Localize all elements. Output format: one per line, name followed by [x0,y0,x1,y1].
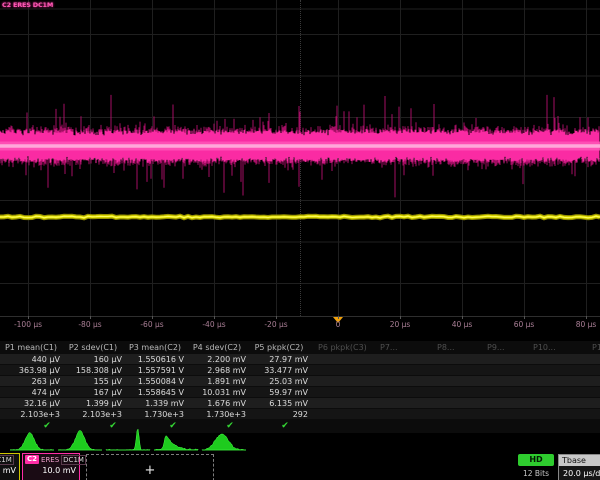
waveform-traces [0,0,600,316]
stat-cell-max-p3: 1.558645 V [126,388,184,397]
c2-coupling-label: DC1M [61,455,86,465]
stat-cell-sdev-p4: 1.676 mV [188,399,246,408]
timebase-value: 20.0 µs/div [559,466,600,478]
time-axis-tick [90,316,91,319]
stat-cell-sdev-p1: 32.16 µV [2,399,60,408]
time-axis-label: -80 µs [78,320,101,329]
param-header-p10[interactable]: P10... [533,343,556,352]
time-axis-label: 0 [336,320,341,329]
stat-cell-sdev-p5: 6.135 mV [250,399,308,408]
time-axis-tick [400,316,401,319]
param-header-p3[interactable]: P3 mean(C2) [124,343,186,352]
c1-coupling-label: DC1M [0,455,14,465]
stat-cell-max-p5: 59.97 mV [250,388,308,397]
histicon-p3[interactable] [106,429,150,450]
stat-cell-min-p5: 25.03 mV [250,377,308,386]
param-header-p2[interactable]: P2 sdev(C1) [62,343,124,352]
time-axis-tick [462,316,463,319]
time-axis-label: -60 µs [140,320,163,329]
stat-cell-sdev-p3: 1.339 mV [126,399,184,408]
stat-cell-mean-p2: 158.308 µV [64,366,122,375]
c1-scale-value: 50.0 mV [0,465,19,475]
time-axis-label: -100 µs [14,320,42,329]
time-axis-label: -20 µs [264,320,287,329]
time-axis-label: 80 µs [576,320,597,329]
stat-cell-min-p2: 155 µV [64,377,122,386]
stat-cell-mean-p3: 1.557591 V [126,366,184,375]
time-axis-tick [214,316,215,319]
time-axis-label: 20 µs [390,320,411,329]
c2-descriptor-box[interactable]: C2 ERES DC1M 10.0 mV [22,453,80,480]
plus-icon: + [145,463,156,478]
param-header-p7[interactable]: P7... [380,343,398,352]
c1-descriptor-box[interactable]: C1 DC1M 50.0 mV [0,453,20,480]
resolution-bits-label: 12 Bits [518,469,554,478]
param-header-p8[interactable]: P8... [437,343,455,352]
param-header-p1[interactable]: P1 mean(C1) [0,343,62,352]
time-axis-tick [338,316,339,319]
stat-cell-mean-p1: 363.98 µV [2,366,60,375]
param-header-p5[interactable]: P5 pkpk(C2) [248,343,310,352]
histicon-row [0,428,600,453]
param-header-p6[interactable]: P6 pkpk(C3) [318,343,367,352]
measurement-table: P1 mean(C1)P2 sdev(C1)P3 mean(C2)P4 sdev… [0,341,600,433]
stat-cell-num-p3: 1.730e+3 [126,410,184,419]
stat-cell-value-p3: 1.550616 V [126,355,184,364]
histicon-p1[interactable] [10,433,54,451]
c2-scale-value: 10.0 mV [23,465,79,475]
stat-cell-max-p2: 167 µV [64,388,122,397]
stat-cell-value-p1: 440 µV [2,355,60,364]
time-axis-tick [586,316,587,319]
stat-cell-num-p5: 292 [250,410,308,419]
histicon-p5[interactable] [202,434,246,450]
time-axis-tick [152,316,153,319]
hd-mode-badge[interactable]: HD [518,454,554,466]
time-axis-tick [276,316,277,319]
stat-cell-max-p4: 10.031 mV [188,388,246,397]
stat-cell-num-p2: 2.103e+3 [64,410,122,419]
time-axis-label: 60 µs [514,320,535,329]
stat-cell-min-p4: 1.891 mV [188,377,246,386]
stat-cell-num-p1: 2.103e+3 [2,410,60,419]
time-axis: -100 µs -80 µs -60 µs -40 µs -20 µs 0 20 µs 40 … [0,316,600,334]
param-header-p9[interactable]: P9... [487,343,505,352]
histicon-p2[interactable] [58,431,102,450]
c2-channel-chip: C2 [25,455,39,464]
c2-trace-label: C2 ERES DC1M [2,1,53,9]
timebase-panel[interactable]: Tbase 20.0 µs/div [558,454,600,480]
oscilloscope-screen: C2 ERES DC1M -100 µs -80 µs -60 µs -40 µs -2… [0,0,600,480]
stat-cell-mean-p5: 33.477 mV [250,366,308,375]
stat-cell-mean-p4: 2.968 mV [188,366,246,375]
waveform-display[interactable]: C2 ERES DC1M [0,0,600,317]
time-axis-tick [28,316,29,319]
stat-cell-num-p4: 1.730e+3 [188,410,246,419]
stat-cell-min-p1: 263 µV [2,377,60,386]
param-header-p4[interactable]: P4 sdev(C2) [186,343,248,352]
c2-eres-label: ERES [41,456,59,464]
stat-cell-value-p4: 2.200 mV [188,355,246,364]
stat-cell-sdev-p2: 1.399 µV [64,399,122,408]
stat-cell-value-p2: 160 µV [64,355,122,364]
timebase-title: Tbase [559,455,600,466]
add-trace-button[interactable]: + [86,454,214,480]
time-axis-label: -40 µs [202,320,225,329]
time-axis-tick [524,316,525,319]
stat-cell-min-p3: 1.550084 V [126,377,184,386]
stat-cell-max-p1: 474 µV [2,388,60,397]
param-header-p11[interactable]: P11... [592,343,600,352]
stat-cell-value-p5: 27.97 mV [250,355,308,364]
time-axis-label: 40 µs [452,320,473,329]
histicon-p4[interactable] [154,436,198,450]
